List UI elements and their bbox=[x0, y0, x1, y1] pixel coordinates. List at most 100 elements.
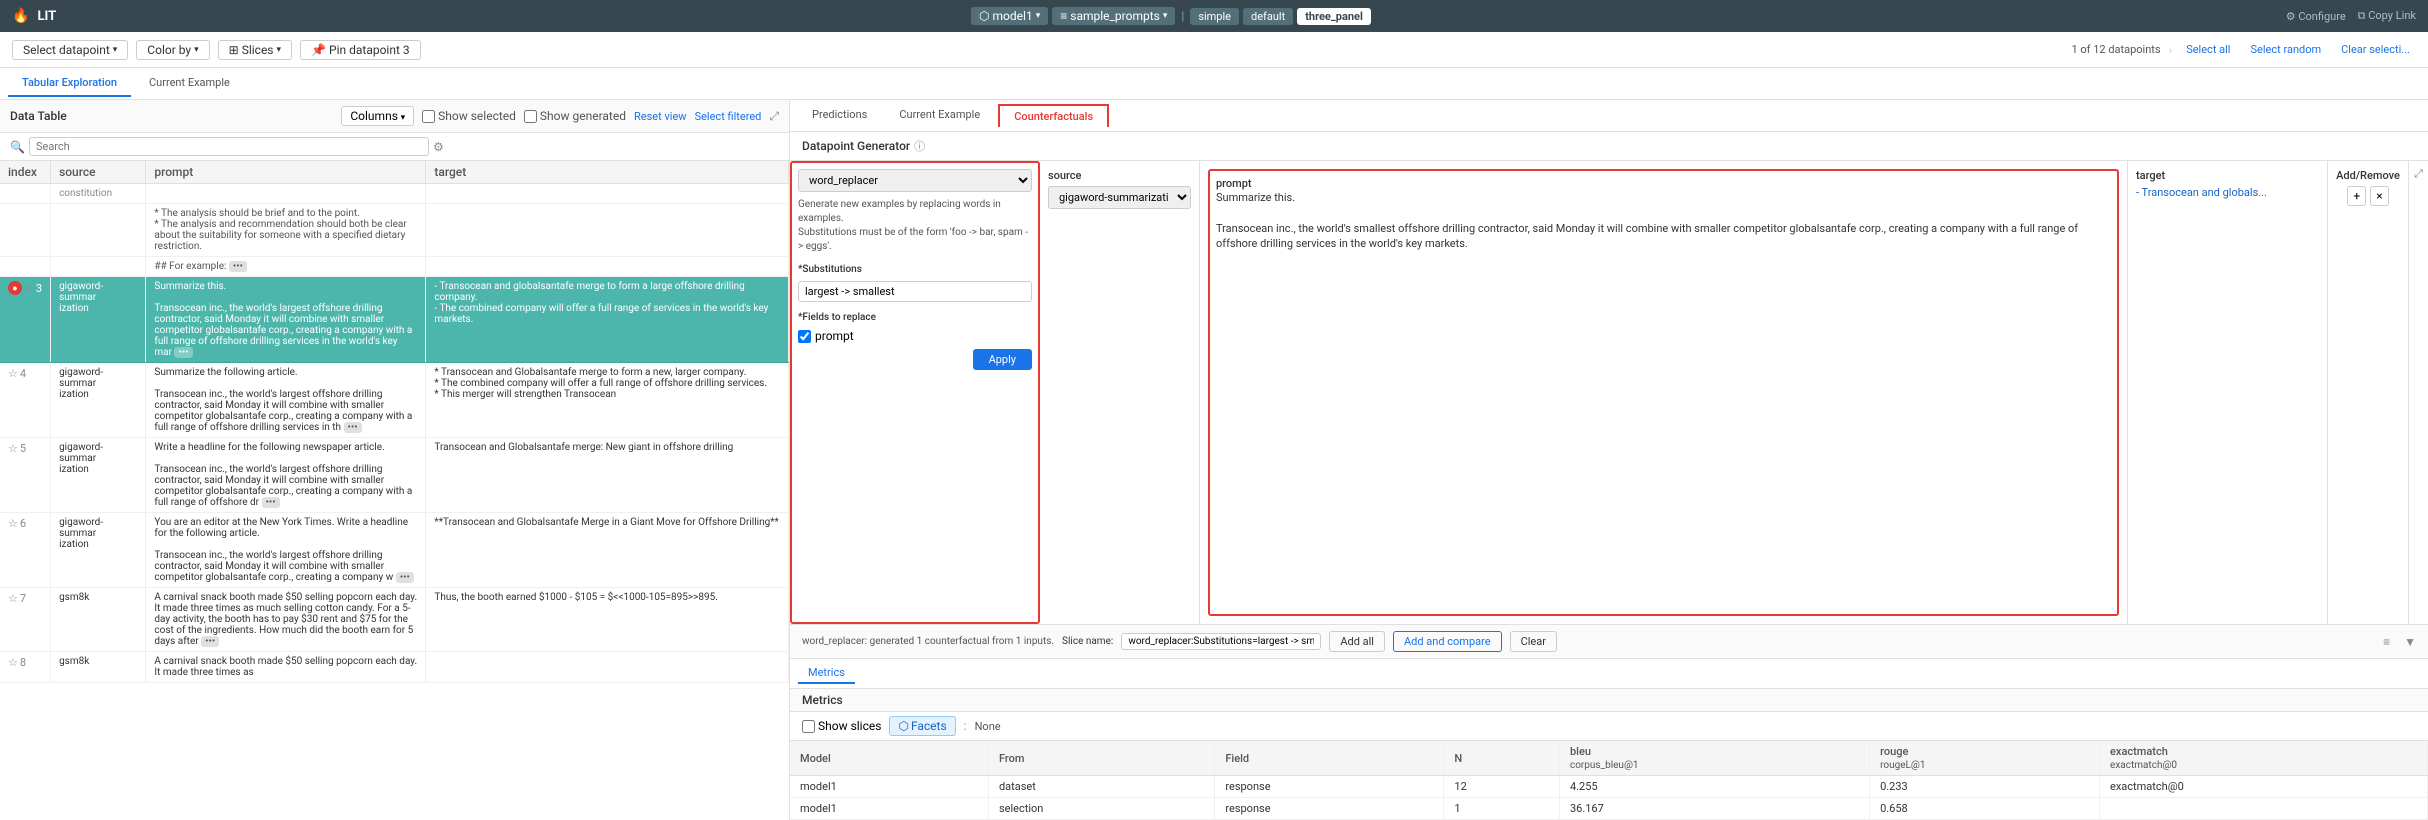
data-table: index source prompt target bbox=[0, 161, 789, 683]
facets-button[interactable]: ⬡ Facets bbox=[889, 716, 955, 736]
th-rouge: rougerougeL@1 bbox=[1870, 741, 2100, 776]
info-icon[interactable]: ⓘ bbox=[914, 138, 925, 154]
metrics-exactmatch: exactmatch@0 bbox=[2100, 776, 2428, 798]
slices-button[interactable]: ⊞ Slices ▾ bbox=[218, 40, 292, 60]
select-random-button[interactable]: Select random bbox=[2244, 41, 2327, 58]
columns-chevron-icon: ▾ bbox=[401, 113, 406, 123]
facets-label: Facets bbox=[911, 719, 947, 733]
show-selected-checkbox[interactable] bbox=[422, 110, 435, 123]
show-generated-checkbox[interactable] bbox=[524, 110, 537, 123]
star-button[interactable]: ☆ bbox=[8, 592, 18, 605]
layout-three-panel-btn[interactable]: three_panel bbox=[1297, 8, 1371, 25]
apply-button[interactable]: Apply bbox=[973, 349, 1032, 370]
search-input[interactable] bbox=[29, 137, 429, 156]
td-source: gigaword-summarization bbox=[51, 438, 146, 513]
star-button[interactable]: ☆ bbox=[8, 442, 18, 455]
metrics-rouge: 0.233 bbox=[1870, 776, 2100, 798]
model-select[interactable]: ⬡ model1 ▾ bbox=[971, 7, 1048, 25]
select-filtered-button[interactable]: Select filtered bbox=[695, 110, 762, 123]
star-button[interactable]: ☆ bbox=[8, 517, 18, 530]
select-all-button[interactable]: Select all bbox=[2180, 41, 2236, 58]
table-row[interactable]: ☆ 4 gigaword-summarization Summarize the… bbox=[0, 363, 789, 438]
more-btn-7[interactable]: ••• bbox=[201, 636, 219, 647]
show-slices-label[interactable]: Show slices bbox=[802, 719, 881, 733]
search-options-icon[interactable]: ⚙ bbox=[433, 140, 444, 154]
select-datapoint-button[interactable]: Select datapoint ▾ bbox=[12, 40, 128, 60]
slices-icon: ⊞ bbox=[229, 43, 239, 57]
fields-checkbox[interactable] bbox=[798, 330, 811, 343]
more-btn-5[interactable]: ••• bbox=[262, 497, 280, 508]
tab-predictions[interactable]: Predictions bbox=[798, 102, 881, 129]
clear-selection-button[interactable]: Clear selecti... bbox=[2335, 41, 2416, 58]
layout-simple-btn[interactable]: simple bbox=[1190, 8, 1239, 25]
clear-button[interactable]: Clear bbox=[1510, 631, 1557, 652]
metrics-n: 1 bbox=[1444, 798, 1560, 820]
columns-button[interactable]: Columns ▾ bbox=[341, 106, 414, 126]
substitutions-label: *Substitutions bbox=[798, 264, 1032, 275]
td-target bbox=[426, 257, 789, 277]
filter-icon[interactable]: ▼ bbox=[2404, 635, 2416, 649]
dataset-select[interactable]: ≡ sample_prompts ▾ bbox=[1052, 7, 1175, 25]
metrics-bleu: 4.255 bbox=[1559, 776, 1869, 798]
show-slices-checkbox[interactable] bbox=[802, 720, 815, 733]
metrics-header: Metrics bbox=[790, 689, 2428, 712]
tab-tabular-exploration[interactable]: Tabular Exploration bbox=[8, 70, 131, 97]
add-row-button[interactable]: + bbox=[2347, 186, 2366, 206]
slice-name-input[interactable] bbox=[1121, 633, 1321, 650]
facets-value: None bbox=[975, 720, 1001, 733]
more-btn-6[interactable]: ••• bbox=[396, 572, 414, 583]
top-bar: 🔥 LIT ⬡ model1 ▾ ≡ sample_prompts ▾ | si… bbox=[0, 0, 2428, 32]
more-btn-4[interactable]: ••• bbox=[344, 422, 362, 433]
cf-panel: Datapoint Generator ⓘ word_replacer scra… bbox=[790, 132, 2428, 820]
show-generated-label[interactable]: Show generated bbox=[524, 109, 626, 123]
td-index: ☆ 5 bbox=[0, 438, 51, 513]
expand-icon[interactable]: ⤢ bbox=[769, 109, 779, 124]
table-row[interactable]: ☆ 6 gigaword-summarization You are an ed… bbox=[0, 513, 789, 588]
fields-label: *Fields to replace bbox=[798, 312, 1032, 323]
prompt-textarea[interactable]: Summarize this. Transocean inc., the wor… bbox=[1216, 190, 2111, 313]
table-row[interactable]: ☆ 8 gsm8k A carnival snack booth made $5… bbox=[0, 652, 789, 683]
source-select[interactable]: gigaword-summarization gsm8k constitutio… bbox=[1048, 186, 1191, 209]
sort-icon[interactable]: ≡ bbox=[2383, 635, 2390, 649]
table-row-selected[interactable]: ● ☆ 3 gigaword-summarization Summarize t… bbox=[0, 277, 789, 363]
add-remove-column: Add/Remove + × bbox=[2328, 161, 2408, 624]
layout-default-btn[interactable]: default bbox=[1243, 8, 1293, 25]
th-index: index bbox=[0, 161, 51, 184]
tab-counterfactuals[interactable]: Counterfactuals bbox=[998, 104, 1109, 127]
td-prompt: A carnival snack booth made $50 selling … bbox=[146, 652, 426, 683]
tab-current-example[interactable]: Current Example bbox=[135, 70, 244, 97]
metrics-model: model1 bbox=[790, 798, 988, 820]
row-number: 5 bbox=[20, 442, 26, 455]
show-generated-text: Show generated bbox=[540, 109, 626, 123]
metrics-tab-metrics[interactable]: Metrics bbox=[798, 663, 855, 684]
td-index: ☆ 6 bbox=[0, 513, 51, 588]
row-actions: ☆ 7 bbox=[8, 592, 42, 605]
generator-select[interactable]: word_replacer scrambler back_translate bbox=[798, 169, 1032, 192]
metrics-exactmatch bbox=[2100, 798, 2428, 820]
cf-expand-icon[interactable]: ⤢ bbox=[2414, 167, 2423, 181]
star-button[interactable]: ☆ bbox=[24, 282, 34, 295]
remove-row-button[interactable]: × bbox=[2370, 186, 2388, 206]
substitutions-input[interactable] bbox=[798, 281, 1032, 302]
add-compare-button[interactable]: Add and compare bbox=[1393, 631, 1502, 652]
target-value: - Transocean and globals... bbox=[2136, 186, 2319, 199]
show-selected-label[interactable]: Show selected bbox=[422, 109, 516, 123]
tab-current-example-right[interactable]: Current Example bbox=[885, 102, 994, 129]
pin-datapoint-button[interactable]: 📌 Pin datapoint 3 bbox=[300, 40, 421, 60]
add-all-button[interactable]: Add all bbox=[1329, 631, 1385, 652]
configure-button[interactable]: ⚙ Configure bbox=[2286, 10, 2346, 23]
color-by-button[interactable]: Color by ▾ bbox=[136, 40, 209, 60]
more-btn[interactable]: ••• bbox=[229, 261, 247, 272]
table-row[interactable]: ☆ 5 gigaword-summarization Write a headl… bbox=[0, 438, 789, 513]
reset-view-button[interactable]: Reset view bbox=[634, 110, 687, 123]
copy-link-button[interactable]: ⧉ Copy Link bbox=[2358, 9, 2416, 23]
star-button[interactable]: ☆ bbox=[8, 656, 18, 669]
metrics-row-selection: model1 selection response 1 36.167 0.658 bbox=[790, 798, 2428, 820]
td-target: **Transocean and Globalsantafe Merge in … bbox=[426, 513, 789, 588]
td-prompt: A carnival snack booth made $50 selling … bbox=[146, 588, 426, 652]
more-btn-3[interactable]: ••• bbox=[174, 347, 192, 358]
th-field: Field bbox=[1215, 741, 1444, 776]
table-row[interactable]: ☆ 7 gsm8k A carnival snack booth made $5… bbox=[0, 588, 789, 652]
td-source: gigaword-summarization bbox=[51, 277, 146, 363]
star-button[interactable]: ☆ bbox=[8, 367, 18, 380]
